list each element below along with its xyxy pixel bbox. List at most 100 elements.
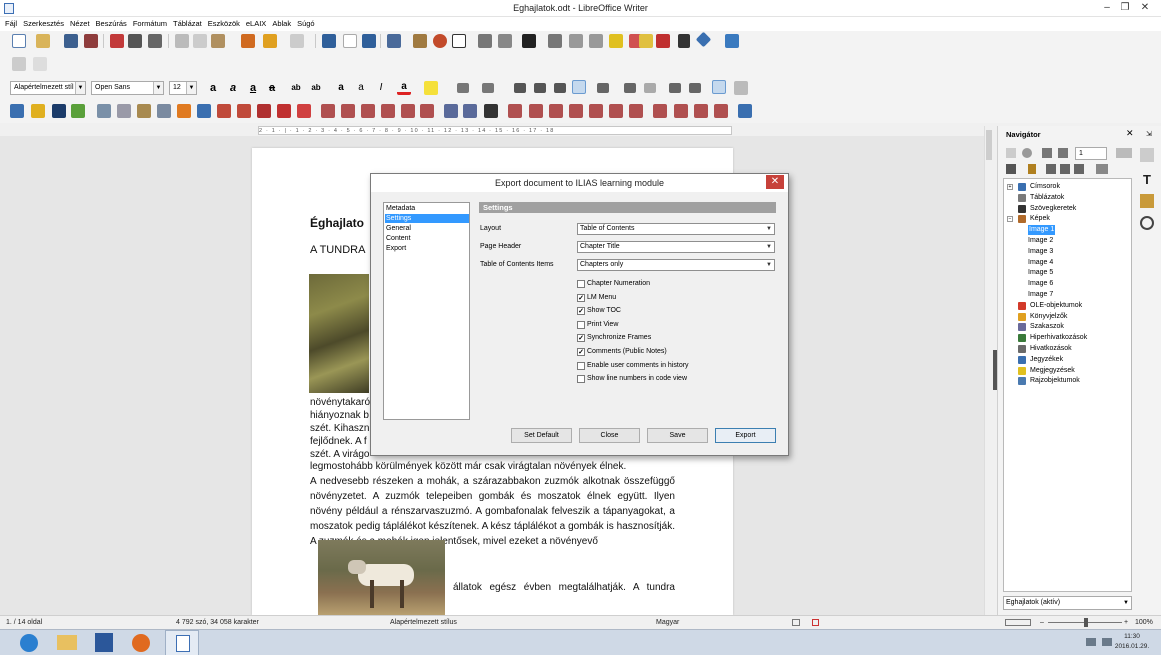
checkbox-label[interactable]: Print View (587, 320, 618, 329)
navigation-icon[interactable] (1022, 148, 1032, 158)
increase-indent-icon[interactable] (669, 83, 681, 93)
minimize-icon[interactable]: – (1100, 2, 1114, 14)
status-language[interactable]: Magyar (656, 616, 679, 629)
menu-item[interactable]: Ablak (269, 17, 294, 31)
navigator-category[interactable]: Rajzobjektumok (1030, 376, 1080, 386)
checkbox-label[interactable]: Show TOC (587, 306, 621, 315)
checkbox[interactable] (577, 280, 585, 288)
insert-chart-icon[interactable] (433, 34, 447, 48)
numbering-icon[interactable] (482, 83, 494, 93)
elaix-important-icon[interactable] (257, 104, 271, 118)
elaix-quote-icon[interactable] (401, 104, 415, 118)
print-preview-icon[interactable] (148, 34, 162, 48)
elaix-example-icon[interactable] (297, 104, 311, 118)
sidebar-menu-icon[interactable]: ⇲ (1146, 130, 1152, 138)
anchor-icon[interactable] (1074, 164, 1084, 174)
undo-icon[interactable] (263, 34, 277, 48)
sidebar-styles-icon[interactable]: T (1140, 173, 1154, 187)
previous-icon[interactable] (1042, 148, 1052, 158)
elaix-citation-icon[interactable] (321, 104, 335, 118)
align-left-icon[interactable] (514, 83, 526, 93)
navigator-category[interactable]: Könyvjelzők (1030, 312, 1067, 322)
elaix-tablerow-icon[interactable] (463, 104, 477, 118)
navigator-image-item[interactable]: Image 6 (1028, 279, 1053, 289)
elaix-warning-icon[interactable] (277, 104, 291, 118)
bookmark-icon[interactable] (609, 34, 623, 48)
insert-field-icon[interactable] (498, 34, 512, 48)
set-default-button[interactable]: Set Default (511, 428, 572, 443)
status-page-style[interactable]: Alapértelmezett stílus (390, 616, 457, 629)
elaix-style-4-icon[interactable] (569, 104, 583, 118)
paragraph-style-pen-icon[interactable] (712, 80, 726, 94)
navigator-category[interactable]: Szövegkeretek (1030, 204, 1076, 214)
dialog-close-icon[interactable]: ✕ (766, 175, 784, 189)
sidebar-properties-icon[interactable] (1140, 148, 1154, 162)
bold-icon[interactable]: a (206, 81, 220, 95)
elaix-check-icon[interactable] (71, 104, 85, 118)
menu-item[interactable]: Súgó (294, 17, 318, 31)
export-button[interactable]: Export (715, 428, 776, 443)
save-button[interactable]: Save (647, 428, 708, 443)
elaix-file-icon[interactable] (137, 104, 151, 118)
status-word-count[interactable]: 4 792 szó, 34 058 karakter (176, 616, 259, 629)
insert-table-icon[interactable] (387, 34, 401, 48)
navigator-category[interactable]: Hiperhivatkozások (1030, 333, 1087, 343)
network-icon[interactable] (1086, 638, 1096, 646)
zoom-level[interactable]: 100% (1135, 616, 1153, 629)
clock[interactable]: 11:30 2016.01.29. (1112, 632, 1152, 652)
character-style-pen-icon[interactable] (734, 81, 748, 95)
menu-item[interactable]: Szerkesztés (20, 17, 67, 31)
outline-font-icon[interactable]: a (354, 81, 368, 95)
align-right-icon[interactable] (554, 83, 566, 93)
insert-textbox-icon[interactable] (452, 34, 466, 48)
internet-explorer-icon[interactable] (20, 634, 38, 652)
elaix-style-7-icon[interactable] (629, 104, 643, 118)
elaix-textfield-icon[interactable] (484, 104, 498, 118)
underline-icon[interactable]: a (246, 81, 260, 95)
elaix-table-icon[interactable] (444, 104, 458, 118)
elaix-style-8-icon[interactable] (653, 104, 667, 118)
new-document-icon[interactable] (12, 34, 26, 48)
navigator-document-select[interactable]: Eghajlatok (aktív) ▼ (1003, 596, 1132, 610)
word-icon[interactable] (95, 633, 113, 652)
basic-shapes-icon[interactable] (695, 31, 712, 48)
subscript-icon[interactable]: ab (309, 81, 323, 95)
drag-dropdown-icon[interactable] (1096, 164, 1108, 174)
menu-item[interactable]: Nézet (67, 17, 93, 31)
decrease-paragraph-spacing-icon[interactable] (644, 83, 656, 93)
elaix-style-10-icon[interactable] (694, 104, 708, 118)
insert-mode-icon[interactable] (792, 619, 800, 626)
navigator-category[interactable]: Címsorok (1030, 182, 1060, 192)
elaix-image-icon[interactable] (97, 104, 111, 118)
sidebar-gallery-icon[interactable] (1140, 194, 1154, 208)
zoom-in-icon[interactable]: + (1124, 616, 1128, 629)
navigator-image-item[interactable]: Image 2 (1028, 236, 1053, 246)
save-as-icon[interactable] (84, 34, 98, 48)
elaix-media-icon[interactable] (117, 104, 131, 118)
paragraph-style-select[interactable]: Alapértelmezett stíl ▼ (10, 81, 86, 95)
checkbox[interactable]: ✓ (577, 293, 585, 302)
navigator-image-item[interactable]: Image 3 (1028, 247, 1053, 257)
special-character-icon[interactable] (522, 34, 536, 48)
elaix-comment-icon[interactable] (381, 104, 395, 118)
libreoffice-taskbar-button[interactable] (165, 630, 199, 655)
field-select[interactable]: Chapters only ▼ (577, 259, 775, 271)
font-size-select[interactable]: 12 ▼ (169, 81, 197, 95)
elaix-style-1-icon[interactable] (508, 104, 522, 118)
menu-item[interactable]: Táblázat (170, 17, 205, 31)
print-icon[interactable] (128, 34, 142, 48)
hyperlink-icon[interactable] (548, 34, 562, 48)
header-icon[interactable] (1046, 164, 1056, 174)
save-icon[interactable] (64, 34, 78, 48)
menu-item[interactable]: Fájl (2, 17, 20, 31)
elaix-code-icon[interactable] (341, 104, 355, 118)
scroll-thumb[interactable] (986, 130, 992, 160)
footnote-icon[interactable] (569, 34, 583, 48)
copy-icon[interactable] (193, 34, 207, 48)
navigator-category[interactable]: OLE-objektumok (1030, 301, 1082, 311)
elaix-style-3-icon[interactable] (549, 104, 563, 118)
forward-icon[interactable] (33, 57, 47, 71)
endnote-icon[interactable] (589, 34, 603, 48)
toggle-icon[interactable] (1006, 148, 1016, 158)
strikethrough-icon[interactable]: a (265, 81, 279, 95)
